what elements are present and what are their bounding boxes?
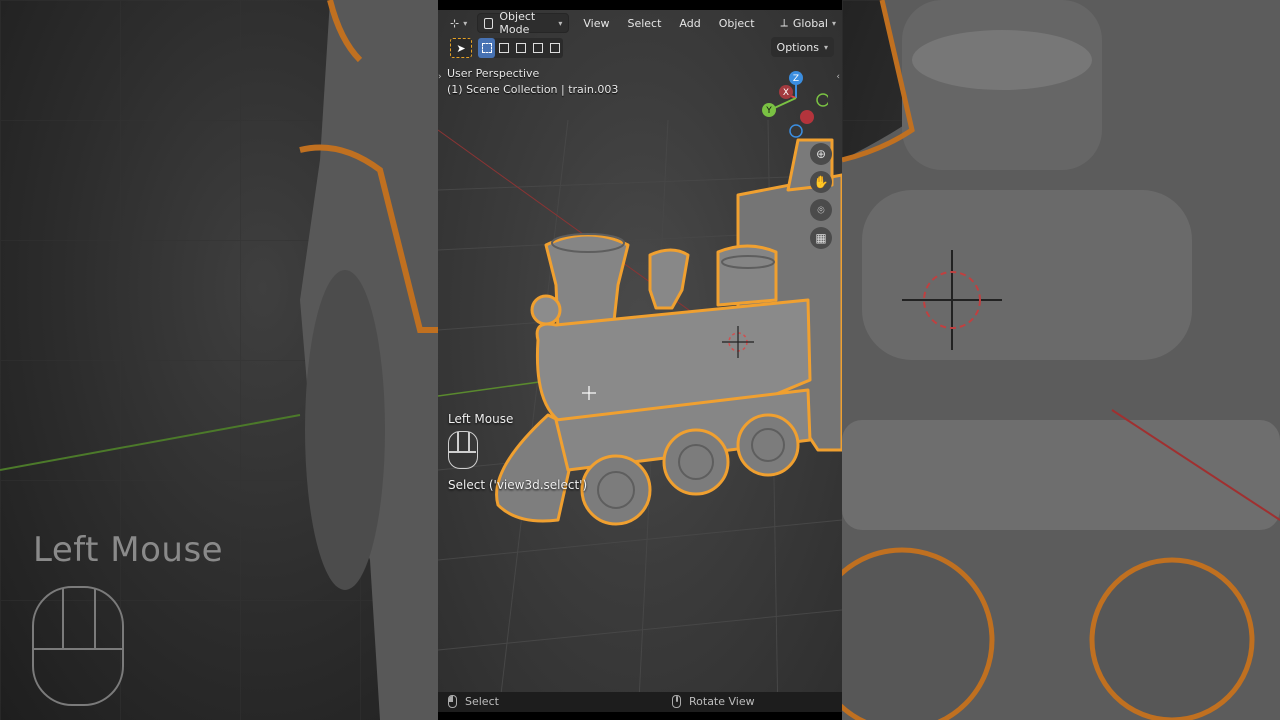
keycast-overlay: Left Mouse	[448, 412, 513, 469]
select-intersect-mode-button[interactable]	[546, 38, 563, 58]
background-right-panel	[842, 0, 1280, 720]
status-rotate-hint: Rotate View	[672, 695, 755, 708]
side-keycast-label: Left Mouse	[33, 530, 224, 570]
status-select-label: Select	[465, 695, 499, 708]
train-closeup-right	[842, 0, 1280, 720]
menu-select[interactable]: Select	[621, 13, 667, 33]
menu-object[interactable]: Object	[713, 13, 761, 33]
gizmo-y-label: Y	[765, 106, 772, 116]
gizmo-z-label: Z	[793, 74, 799, 84]
menu-add[interactable]: Add	[673, 13, 706, 33]
collection-info: (1) Scene Collection | train.003	[447, 83, 619, 96]
3d-viewport[interactable]: ⊹ ▾ Object Mode ▾ View Select Add Object ⟂…	[438, 0, 842, 720]
zoom-icon[interactable]: ⊕	[810, 143, 832, 165]
status-rotate-label: Rotate View	[689, 695, 755, 708]
hand-pan-icon[interactable]: ✋	[810, 171, 832, 193]
select-tool-icon[interactable]: ➤	[450, 38, 472, 58]
select-subtract-mode-button[interactable]	[512, 38, 529, 58]
options-dropdown[interactable]: Options ▾	[770, 37, 834, 57]
orientation-icon: ⟂	[780, 16, 788, 29]
orientation-label: Global	[792, 16, 828, 30]
camera-icon[interactable]: ⌾	[810, 199, 832, 221]
side-mouse-icon	[32, 586, 124, 706]
navigation-gizmo[interactable]: Z X Y	[756, 70, 828, 142]
mode-dropdown[interactable]: Object Mode ▾	[477, 10, 570, 36]
left-mouse-status-icon	[448, 695, 457, 708]
selection-mode-group	[478, 38, 563, 58]
mode-label: Object Mode	[499, 10, 536, 36]
select-invert-mode-button[interactable]	[529, 38, 546, 58]
view-name: User Perspective	[447, 67, 540, 80]
status-bar: Select Rotate View	[438, 692, 842, 712]
select-new-mode-button[interactable]	[478, 38, 495, 58]
grid-ortho-icon[interactable]: ▦	[810, 227, 832, 249]
keycast-key-label: Left Mouse	[448, 412, 514, 426]
transform-orientation-dropdown[interactable]: ⟂ Global ▾	[775, 13, 842, 33]
toolbar-expand-icon[interactable]: ›	[438, 72, 442, 82]
select-extend-mode-button[interactable]	[495, 38, 512, 58]
axes-editor-icon: ⊹	[450, 16, 460, 30]
menu-view[interactable]: View	[577, 13, 615, 33]
sidebar-expand-icon[interactable]: ‹	[836, 72, 840, 82]
editor-type-button[interactable]: ⊹ ▾	[444, 13, 473, 33]
object-mode-icon	[484, 17, 494, 29]
status-select-hint: Select	[448, 695, 499, 708]
left-mouse-icon	[448, 431, 478, 469]
options-label: Options	[776, 40, 819, 54]
keycast-operator-label: Select ('view3d.select')	[448, 478, 588, 492]
tool-settings-row: ➤ Options ▾	[438, 37, 842, 59]
gizmo-x-label: X	[783, 88, 789, 98]
viewport-header: ⊹ ▾ Object Mode ▾ View Select Add Object ⟂…	[438, 10, 842, 36]
middle-mouse-status-icon	[672, 695, 681, 708]
background-left-panel: Left Mouse	[0, 0, 438, 720]
